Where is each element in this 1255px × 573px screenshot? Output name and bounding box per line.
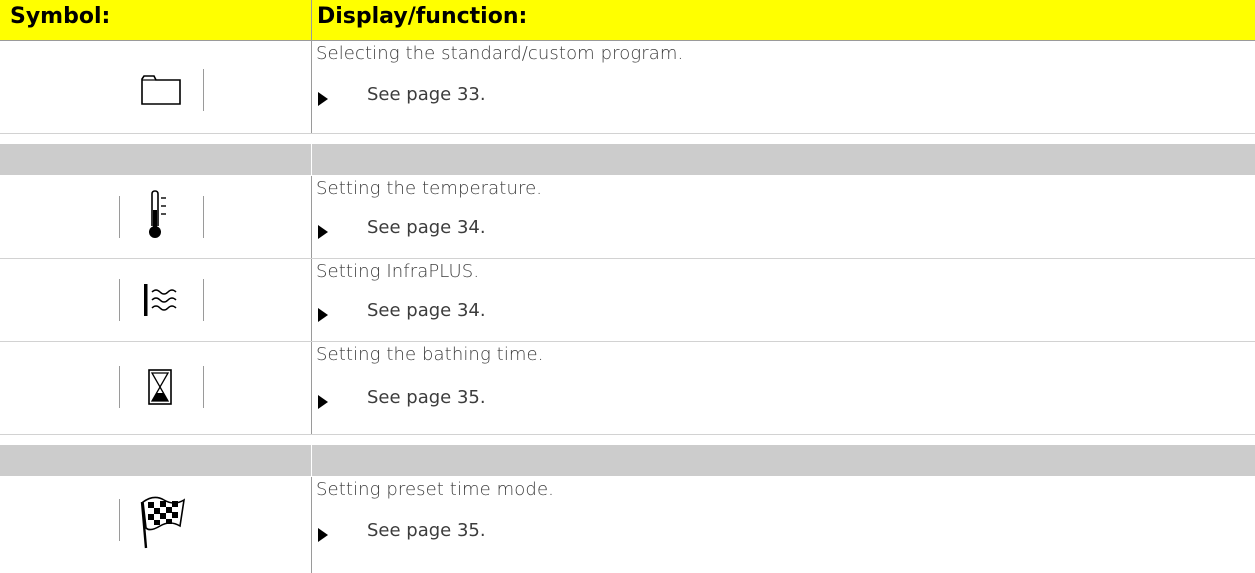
- row-description: Setting the bathing time.: [316, 344, 544, 365]
- row-description: Setting InfraPLUS.: [316, 261, 480, 282]
- table-row: Setting the temperature. See page 34.: [0, 176, 1255, 259]
- row-description: Setting preset time mode.: [316, 479, 554, 500]
- header-divider: [311, 0, 312, 40]
- page-reference-text: See page 33.: [367, 84, 486, 105]
- hourglass-icon: [148, 369, 172, 405]
- arrow-bullet-icon: [318, 225, 328, 239]
- checkered-flag-icon: [140, 496, 186, 549]
- page-reference-text: See page 35.: [367, 520, 486, 541]
- icon-frame-left: [119, 366, 120, 408]
- display-column-header: Display/function:: [317, 4, 528, 29]
- thermometer-icon: [149, 190, 166, 238]
- icon-frame-right: [203, 196, 204, 238]
- table-row: Setting the bathing time. See page 35.: [0, 342, 1255, 435]
- arrow-bullet-icon: [318, 528, 328, 542]
- table-header: Symbol: Display/function:: [0, 0, 1255, 41]
- arrow-bullet-icon: [318, 395, 328, 409]
- separator-row: [0, 445, 1255, 476]
- folder-icon: [141, 75, 181, 105]
- arrow-bullet-icon: [318, 308, 328, 322]
- icon-frame-left: [119, 196, 120, 238]
- page-reference-text: See page 34.: [367, 217, 486, 238]
- infraplus-icon: [144, 284, 177, 316]
- page-reference-text: See page 35.: [367, 387, 486, 408]
- row-description: Setting the temperature.: [316, 178, 543, 199]
- icon-frame-right: [203, 279, 204, 321]
- icon-frame-left: [119, 279, 120, 321]
- table-row: Setting InfraPLUS. See page 34.: [0, 259, 1255, 342]
- symbol-column-header: Symbol:: [10, 4, 111, 29]
- arrow-bullet-icon: [318, 92, 328, 106]
- icon-frame-right: [203, 366, 204, 408]
- row-description: Selecting the standard/custom program.: [316, 43, 684, 64]
- page-reference-text: See page 34.: [367, 300, 486, 321]
- icon-frame-left: [119, 499, 120, 541]
- separator-row: [0, 144, 1255, 175]
- table-row: Setting preset time mode. See page 35.: [0, 477, 1255, 573]
- table-row: Selecting the standard/custom program. S…: [0, 41, 1255, 134]
- icon-frame-right: [203, 69, 204, 111]
